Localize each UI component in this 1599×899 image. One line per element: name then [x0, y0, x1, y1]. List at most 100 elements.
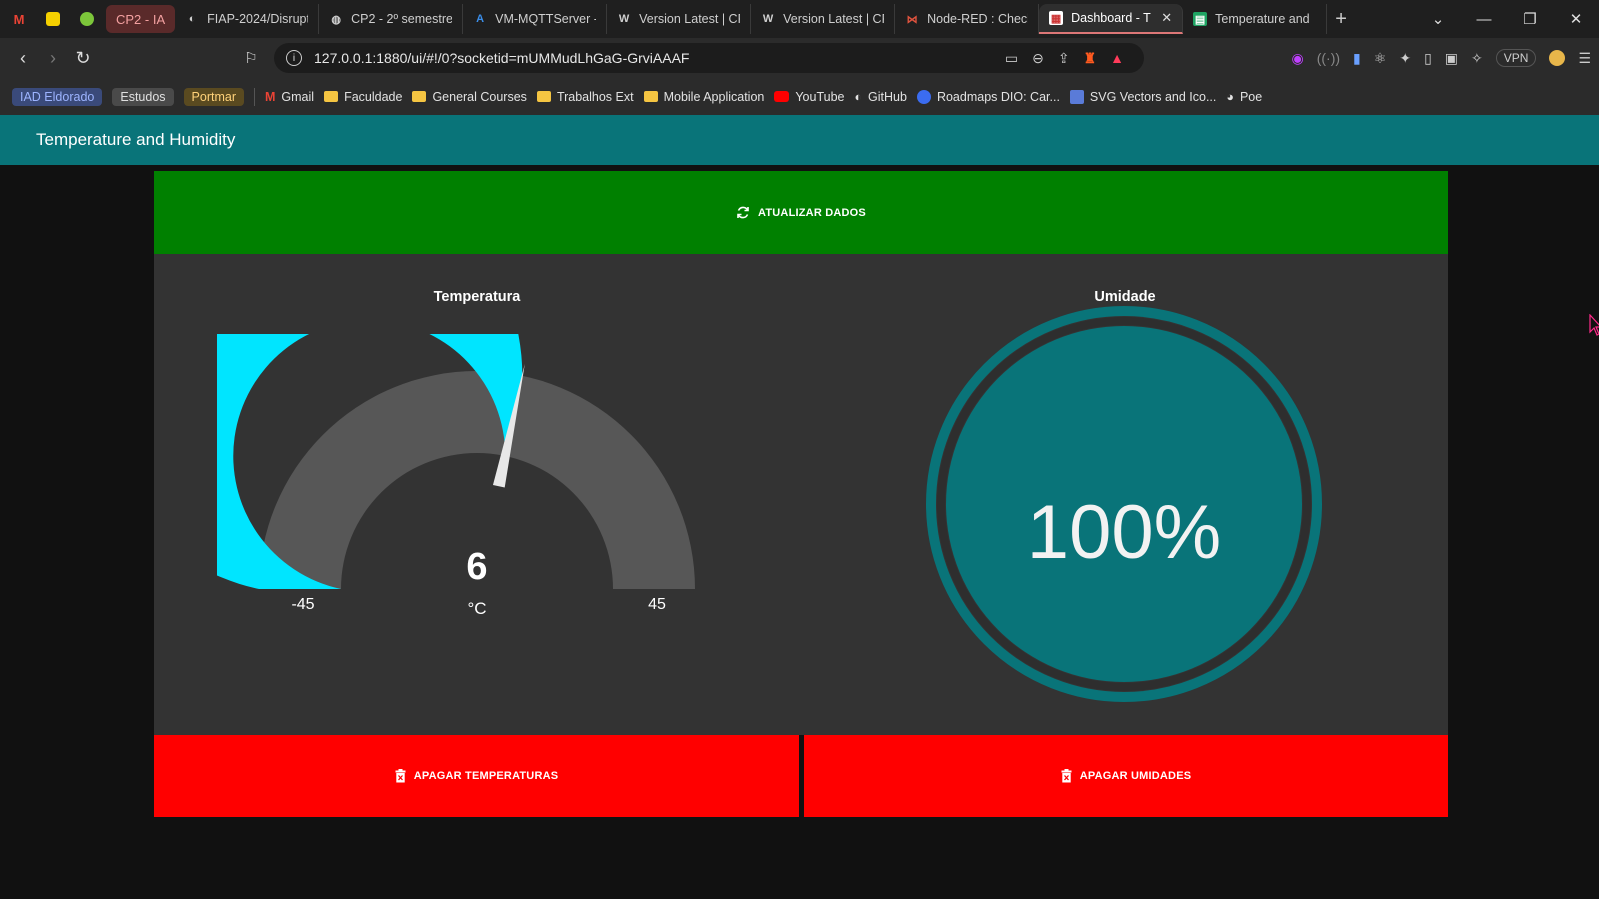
bookmark-dio[interactable]: Roadmaps DIO: Car...: [916, 89, 1060, 104]
delete-temperatures-label: APAGAR TEMPERATURAS: [413, 770, 559, 782]
forward-button[interactable]: ›: [38, 48, 68, 69]
tab-title: Version Latest | CP: [783, 12, 885, 26]
bookmark-folder[interactable]: Faculdade: [324, 90, 402, 104]
github-icon: ◐: [188, 13, 196, 25]
gauge-min-label: -45: [291, 596, 314, 613]
close-icon[interactable]: ✕: [1161, 10, 1172, 26]
gauge-value: 6: [466, 546, 487, 588]
bookmark-label: Trabalhos Ext: [556, 89, 634, 104]
tab-title: CP2 - 2º semestre: [351, 12, 453, 26]
tab-group-label[interactable]: CP2 - IA: [106, 5, 176, 33]
delete-temperatures-button[interactable]: APAGAR TEMPERATURAS: [154, 735, 799, 817]
leo-icon[interactable]: ✧: [1471, 50, 1483, 67]
humidity-value: 100%: [1027, 490, 1221, 575]
sidebar-icon[interactable]: ▯: [1424, 50, 1432, 67]
new-tab-button[interactable]: +: [1327, 8, 1355, 31]
delete-humidities-label: APAGAR UMIDADES: [1079, 770, 1192, 782]
bookmark-group[interactable]: Portmar: [183, 87, 244, 106]
gauge-max-label: 45: [648, 596, 666, 613]
tab-icon-yellow[interactable]: [38, 5, 68, 33]
address-bar[interactable]: i 127.0.0.1:1880/ui/#!/0?socketid=mUMMud…: [274, 43, 1144, 73]
bookmark-label: YouTube: [795, 89, 845, 104]
page-title: Temperature and Humidity: [36, 130, 236, 149]
tab-title: FIAP-2024/Disrupt: [207, 12, 309, 26]
mouse-cursor: [1589, 314, 1599, 336]
folder-icon: [643, 91, 658, 102]
bookmark-folder[interactable]: General Courses: [412, 90, 527, 104]
gauges-panel: Temperatura Umidade 6 °C -45 45 100%: [154, 254, 1448, 735]
bookmark-folder[interactable]: Trabalhos Ext: [536, 89, 634, 104]
bookmarks-bar: IAD Eldorado Estudos Portmar M Gmail Facu…: [0, 78, 1599, 115]
omnibox-icons: ▭ ⊖ ⇪ ♜ ▲: [1005, 43, 1124, 73]
wokwi-icon: W: [762, 13, 774, 25]
bookmark-label: Faculdade: [344, 89, 403, 104]
tab[interactable]: ◐ FIAP-2024/Disrupt: [175, 4, 320, 34]
bookmark-folder[interactable]: Mobile Application: [643, 89, 765, 104]
poe-icon: ◕: [1226, 89, 1234, 104]
cast-icon[interactable]: ▭: [1005, 50, 1018, 67]
share-icon[interactable]: ⇪: [1058, 50, 1070, 67]
zoom-icon[interactable]: ⊖: [1032, 50, 1044, 67]
brave-shields-icon[interactable]: ♜: [1084, 50, 1097, 67]
profile-avatar[interactable]: [1549, 50, 1566, 66]
bookmark-svgrepo[interactable]: SVG Vectors and Ico...: [1069, 89, 1216, 104]
folder-icon: [412, 91, 427, 102]
bookmark-poe[interactable]: ◕ Poe: [1226, 90, 1262, 104]
tab[interactable]: ⋈ Node-RED : Check: [895, 4, 1040, 34]
bookmark-github[interactable]: ◐ GitHub: [854, 90, 906, 104]
vpn-button[interactable]: VPN: [1495, 49, 1537, 67]
bookmark-label: Gmail: [281, 89, 315, 104]
site-info-icon[interactable]: i: [286, 50, 302, 66]
tab-title: VM-MQTTServer -: [495, 12, 597, 26]
extension-icon[interactable]: ▮: [1353, 50, 1361, 67]
gauge-unit: °C: [467, 599, 486, 618]
bookmark-label: Roadmaps DIO: Car...: [936, 89, 1060, 104]
menu-icon[interactable]: ☰: [1578, 50, 1591, 67]
extension-icon[interactable]: ◉: [1292, 50, 1304, 67]
bookmark-group[interactable]: IAD Eldorado: [12, 87, 103, 106]
minimize-button[interactable]: —: [1461, 11, 1507, 28]
dio-icon: [916, 89, 931, 104]
tab[interactable]: A VM-MQTTServer -: [463, 4, 608, 34]
divider: [253, 87, 255, 106]
bookmark-group[interactable]: Estudos: [112, 87, 174, 106]
dashboard-header: Temperature and Humidity: [0, 115, 1599, 165]
brave-rewards-icon[interactable]: ▲: [1110, 50, 1124, 66]
gmail-icon: M: [264, 89, 276, 104]
browser-toolbar: ‹ › ↻ ⚐ i 127.0.0.1:1880/ui/#!/0?socketi…: [0, 38, 1599, 78]
puzzle-icon[interactable]: ✦: [1399, 50, 1411, 67]
extension-icon[interactable]: ((·)): [1317, 50, 1340, 66]
tab[interactable]: W Version Latest | CP: [607, 4, 752, 34]
tab[interactable]: W Version Latest | CP: [751, 4, 896, 34]
window-controls: ⌄ — ❐ ✕: [1415, 0, 1599, 38]
tab[interactable]: ▤ Temperature and: [1183, 4, 1328, 34]
bookmark-label: Mobile Application: [663, 89, 765, 104]
bookmark-icon[interactable]: ⚐: [236, 49, 266, 67]
bookmark-youtube[interactable]: YouTube: [774, 90, 844, 104]
refresh-data-button[interactable]: ATUALIZAR DADOS: [154, 171, 1448, 254]
url-text[interactable]: 127.0.0.1:1880/ui/#!/0?socketid=mUMMudLh…: [314, 50, 689, 66]
tab-title: Node-RED : Check: [927, 12, 1029, 26]
temperature-title: Temperatura: [433, 289, 521, 305]
tab-search-icon[interactable]: ⌄: [1415, 10, 1461, 28]
wallet-icon[interactable]: ▣: [1445, 50, 1458, 67]
trash-icon: [1061, 769, 1072, 783]
back-button[interactable]: ‹: [8, 48, 38, 69]
tab-active[interactable]: ▦ Dashboard - T ✕: [1039, 4, 1184, 34]
refresh-icon: [737, 206, 749, 219]
tab[interactable]: ◍ CP2 - 2º semestre: [319, 4, 464, 34]
close-window-button[interactable]: ✕: [1553, 10, 1599, 28]
tab-icon-green[interactable]: [72, 5, 102, 33]
svgrepo-icon: [1069, 89, 1084, 104]
humidity-level: 100%: [926, 306, 1322, 702]
delete-humidities-button[interactable]: APAGAR UMIDADES: [804, 735, 1448, 817]
react-icon[interactable]: ⚛: [1374, 50, 1387, 67]
restore-button[interactable]: ❐: [1507, 10, 1553, 28]
bookmark-label: Poe: [1239, 89, 1263, 104]
gmail-icon[interactable]: M: [4, 5, 34, 33]
browser-tab-strip: M CP2 - IA ◐ FIAP-2024/Disrupt ◍ CP2 - 2º …: [0, 0, 1599, 38]
tab-title: Dashboard - T: [1071, 11, 1151, 25]
reload-button[interactable]: ↻: [68, 48, 98, 69]
bookmark-gmail[interactable]: M Gmail: [265, 90, 314, 104]
temperature-gauge: 6 °C -45 45: [217, 334, 695, 618]
